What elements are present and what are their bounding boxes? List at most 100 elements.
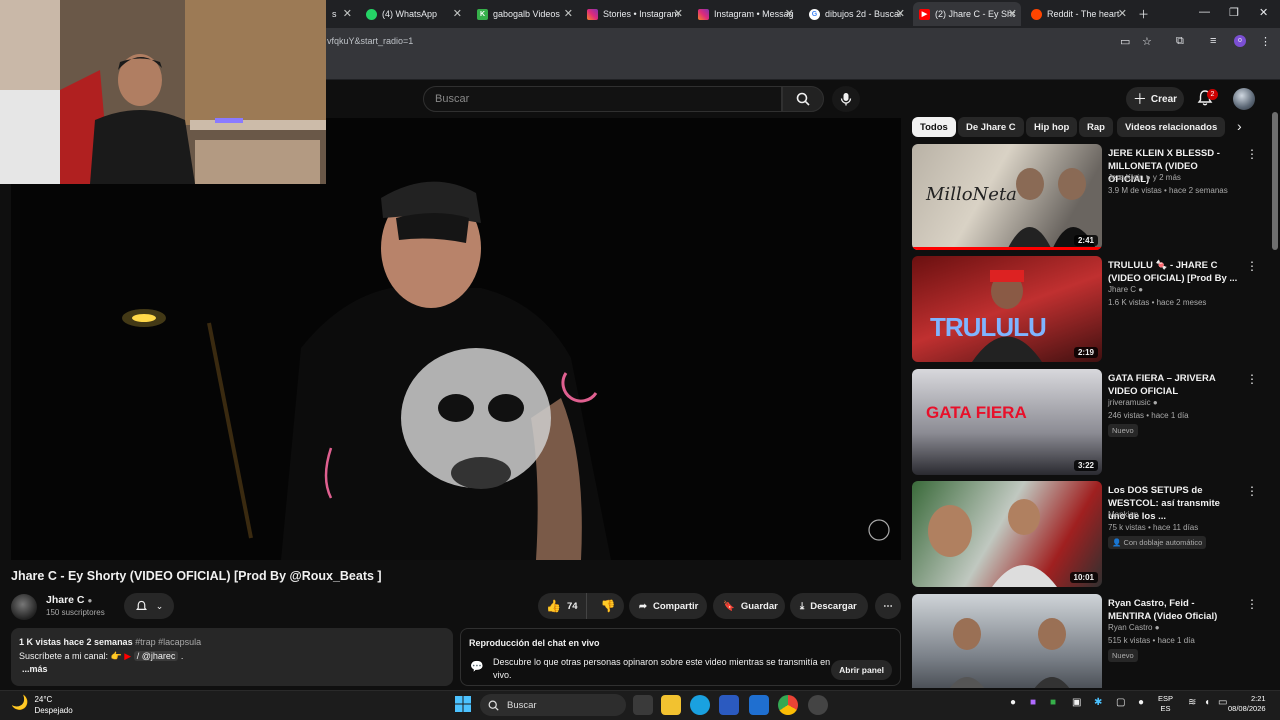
video-player[interactable] — [11, 118, 901, 560]
profile-icon[interactable]: o — [1234, 35, 1246, 47]
hashtags[interactable]: #trap #lacapsula — [135, 637, 201, 647]
close-window-icon[interactable]: ✕ — [1259, 6, 1268, 19]
chip-rap[interactable]: Rap — [1079, 117, 1113, 137]
kick-icon: K — [477, 8, 488, 20]
new-tab-icon[interactable]: ＋ — [1138, 6, 1149, 22]
tray-app-icon[interactable]: ■ — [1050, 697, 1056, 708]
more-vertical-icon[interactable]: ⋮ — [1246, 484, 1258, 498]
recommended-video[interactable]: 10:01 Los DOS SETUPS de WESTCOL: así tra… — [912, 481, 1262, 589]
dislike-button[interactable]: 👎 — [593, 593, 624, 619]
close-icon[interactable]: ✕ — [674, 7, 683, 20]
bookmark-star-icon[interactable]: ☆ — [1142, 35, 1152, 48]
chip-de-jhare-c[interactable]: De Jhare C — [958, 117, 1024, 137]
channel-name: Menkian — [1108, 510, 1139, 519]
menu-kebab-icon[interactable]: ⋮ — [1260, 35, 1271, 48]
scrollbar-thumb[interactable] — [1272, 112, 1278, 250]
url-text[interactable]: vfqkuY&start_radio=1 — [327, 36, 413, 46]
more-vertical-icon[interactable]: ⋮ — [1246, 372, 1258, 386]
task-view-icon[interactable] — [633, 695, 653, 715]
create-button[interactable]: ＋ Crear — [1126, 87, 1184, 111]
save-button[interactable]: 🔖 Guardar — [713, 593, 785, 619]
media-control-icon[interactable]: ≡ — [1210, 35, 1216, 47]
close-icon[interactable]: ✕ — [1118, 7, 1127, 20]
close-icon[interactable]: ✕ — [896, 7, 905, 20]
browser-tab[interactable]: s ✕ — [326, 2, 356, 26]
tray-app-icon[interactable]: ✱ — [1094, 697, 1102, 708]
language-indicator[interactable]: ESP ES — [1158, 694, 1173, 714]
wifi-icon[interactable]: ≋ — [1188, 697, 1196, 708]
channel-handle-link[interactable]: / @jharec — [133, 651, 179, 661]
browser-tab[interactable]: Stories • Instagram ✕ — [581, 2, 687, 26]
battery-icon[interactable]: ▭ — [1218, 697, 1227, 708]
browser-tab[interactable]: Instagram • Messages ✕ — [692, 2, 798, 26]
close-icon[interactable]: ✕ — [785, 7, 794, 20]
more-vertical-icon[interactable]: ⋮ — [1246, 597, 1258, 611]
browser-tab[interactable]: K gabogalb Videos ✕ — [471, 2, 577, 26]
close-icon[interactable]: ✕ — [343, 7, 352, 20]
maximize-icon[interactable]: ❐ — [1229, 6, 1239, 19]
microphone-icon[interactable]: ● — [1138, 697, 1144, 708]
minimize-icon[interactable]: — — [1199, 6, 1210, 18]
chevron-right-icon[interactable]: › — [1237, 118, 1242, 134]
more-actions-button[interactable]: ⋯ — [875, 593, 901, 619]
search-button[interactable] — [782, 86, 824, 112]
close-icon[interactable]: ✕ — [564, 7, 573, 20]
instagram-icon — [587, 8, 598, 20]
chip-hip-hop[interactable]: Hip hop — [1026, 117, 1078, 137]
recommended-video[interactable]: TRULULU 2:19 TRULULU 🍬 - JHARE C (VIDEO … — [912, 256, 1262, 364]
video-title: GATA FIERA – JRIVERA VIDEO OFICIAL — [1108, 373, 1216, 397]
chip-videos-relacionados[interactable]: Videos relacionados — [1117, 117, 1226, 137]
like-button[interactable]: 👍 74 — [538, 593, 587, 619]
extensions-icon[interactable]: ⧉ — [1176, 35, 1184, 48]
more-vertical-icon[interactable]: ⋮ — [1246, 147, 1258, 161]
windows-start-icon[interactable] — [454, 695, 474, 715]
browser-tab[interactable]: Reddit - The heart ✕ — [1025, 2, 1131, 26]
video-thumbnail[interactable]: MilloNeta 2:41 — [912, 144, 1102, 250]
edge-icon[interactable] — [690, 695, 710, 715]
more-vertical-icon[interactable]: ⋮ — [1246, 259, 1258, 273]
cast-icon[interactable]: ▭ — [1120, 35, 1130, 48]
user-avatar[interactable] — [1233, 88, 1255, 110]
close-icon[interactable]: ✕ — [1008, 7, 1017, 20]
browser-tab[interactable]: G dibujos 2d - Buscar ✕ — [803, 2, 909, 26]
recommended-video[interactable]: GATA FIERA 3:22 GATA FIERA – JRIVERA VID… — [912, 369, 1262, 477]
tray-app-icon[interactable]: ▢ — [1116, 697, 1125, 708]
volume-icon[interactable]: ◖ — [1204, 697, 1210, 708]
video-thumbnail[interactable] — [912, 594, 1102, 688]
browser-tab[interactable]: (4) WhatsApp ✕ — [360, 2, 466, 26]
chevron-down-icon: ⌄ — [155, 600, 164, 611]
subscription-notifications-button[interactable]: ⌄ — [124, 593, 174, 619]
open-panel-button[interactable]: Abrir panel — [831, 660, 892, 680]
channel-name[interactable]: Jhare C ● — [46, 594, 92, 606]
recommended-video[interactable]: Ryan Castro, Feid - MENTIRA (Video Ofici… — [912, 594, 1262, 688]
voice-search-button[interactable] — [832, 86, 860, 112]
download-button[interactable]: ⤓ Descargar — [790, 593, 868, 619]
weather-widget[interactable]: 🌙 24°C Despejado — [11, 694, 73, 716]
mail-icon[interactable] — [749, 695, 769, 715]
chat-description: Descubre lo que otras personas opinaron … — [493, 657, 831, 680]
description-box[interactable]: 1 K vistas hace 2 semanas #trap #lacapsu… — [11, 628, 453, 686]
close-icon[interactable]: ✕ — [453, 7, 462, 20]
tray-app-icon[interactable]: ▣ — [1072, 697, 1081, 708]
create-label: Crear — [1150, 93, 1178, 105]
browser-tab-active[interactable]: ▶ (2) Jhare C - Ey Shorty ✕ — [913, 2, 1021, 26]
video-thumbnail[interactable]: 10:01 — [912, 481, 1102, 587]
chrome-icon[interactable] — [778, 695, 798, 715]
video-thumbnail[interactable]: GATA FIERA 3:22 — [912, 369, 1102, 475]
chip-todos[interactable]: Todos — [912, 117, 956, 137]
views-date: 1 K vistas hace 2 semanas — [19, 637, 133, 647]
file-explorer-icon[interactable] — [661, 695, 681, 715]
store-icon[interactable] — [719, 695, 739, 715]
recommended-video[interactable]: MilloNeta 2:41 JERE KLEIN X BLESSD - MIL… — [912, 144, 1262, 252]
clock[interactable]: 2:21 08/08/2026 — [1228, 694, 1266, 714]
tray-icon[interactable]: ● — [1010, 697, 1016, 708]
twitch-icon[interactable]: ■ — [1030, 697, 1036, 708]
search-input[interactable]: Buscar — [423, 86, 782, 112]
new-badge: Nuevo — [1108, 649, 1138, 662]
app-icon[interactable] — [808, 695, 828, 715]
channel-avatar[interactable] — [11, 594, 37, 620]
video-thumbnail[interactable]: TRULULU 2:19 — [912, 256, 1102, 362]
share-button[interactable]: ➦ Compartir — [629, 593, 707, 619]
show-more-link[interactable]: ...más — [22, 664, 48, 674]
taskbar-search[interactable]: Buscar — [480, 694, 626, 716]
